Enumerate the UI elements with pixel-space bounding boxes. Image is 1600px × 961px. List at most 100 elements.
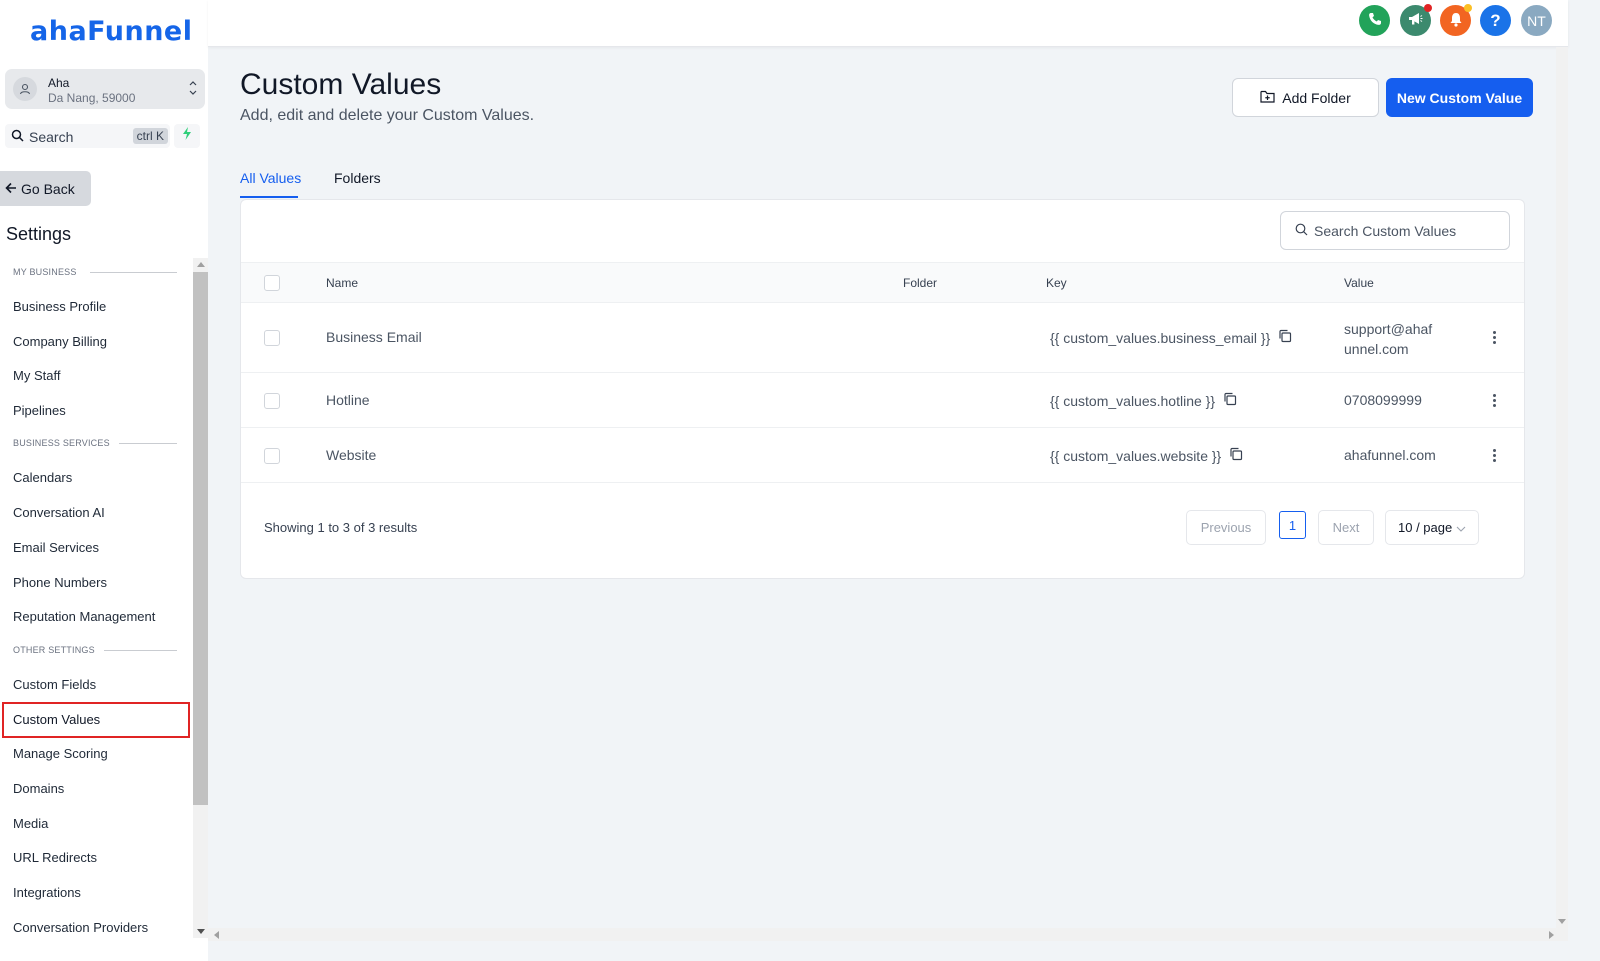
top-header: ? NT [208,0,1568,47]
lightning-icon [182,127,192,145]
search-placeholder: Search Custom Values [1314,222,1457,239]
scroll-left-icon[interactable] [214,931,219,939]
row-checkbox[interactable] [264,393,280,409]
sidebar-item-my-staff[interactable]: My Staff [13,368,60,383]
sidebar-item-pipelines[interactable]: Pipelines [13,403,66,418]
cell-key: {{ custom_values.website }} [1050,447,1243,464]
column-header-name[interactable]: Name [326,276,358,290]
row-checkbox[interactable] [264,448,280,464]
sidebar-item-business-profile[interactable]: Business Profile [13,299,106,314]
section-label-my-business: MY BUSINESS [13,267,77,277]
scroll-down-icon[interactable] [1558,919,1566,924]
settings-title: Settings [6,224,72,244]
copy-icon[interactable] [1229,447,1243,464]
sidebar-item-custom-values[interactable]: Custom Values [2,702,190,738]
row-actions-icon[interactable] [1493,449,1497,464]
scrollbar-thumb[interactable] [193,272,208,805]
search-label: Search [29,129,74,145]
next-page-button[interactable]: Next [1318,510,1374,545]
sidebar-item-media[interactable]: Media [13,816,48,831]
go-back-button[interactable]: Go Back [0,171,91,206]
page-vertical-scrollbar[interactable] [1556,47,1568,928]
column-header-key[interactable]: Key [1046,276,1067,290]
sidebar-item-url-redirects[interactable]: URL Redirects [13,850,97,865]
sidebar-item-integrations[interactable]: Integrations [13,885,81,900]
sidebar-item-phone-numbers[interactable]: Phone Numbers [13,575,107,590]
cell-value: 0708099999 [1344,392,1422,408]
scroll-up-icon[interactable] [197,262,205,267]
page-horizontal-scrollbar[interactable] [208,928,1568,941]
sidebar-item-reputation-management[interactable]: Reputation Management [13,609,155,624]
row-actions-icon[interactable] [1493,394,1497,409]
folder-plus-icon [1260,90,1275,106]
copy-icon[interactable] [1223,392,1237,409]
announcements-button[interactable] [1400,4,1432,36]
brand-logo[interactable]: ahaFunnel [30,16,193,47]
cell-name: Website [326,447,377,463]
go-back-label: Go Back [21,180,75,197]
table-header: Name Folder Key Value [241,262,1524,303]
previous-page-button[interactable]: Previous [1186,510,1266,545]
sidebar-item-conversation-ai[interactable]: Conversation AI [13,505,105,520]
cell-key: {{ custom_values.hotline }} [1050,392,1237,409]
section-label-other-settings: OTHER SETTINGS [13,645,95,655]
cell-name: Business Email [326,329,422,345]
add-folder-label: Add Folder [1282,89,1351,106]
copy-icon[interactable] [1278,329,1292,346]
select-all-checkbox[interactable] [264,275,280,291]
value-line: unnel.com [1344,341,1409,357]
tab-all-values[interactable]: All Values [240,170,301,186]
sidebar-item-custom-fields[interactable]: Custom Fields [13,677,96,692]
scroll-down-icon[interactable] [197,929,205,934]
search-icon [11,129,24,147]
avatar[interactable]: NT [1521,5,1552,36]
notifications-button[interactable] [1440,4,1472,36]
page-size-select[interactable]: 10 / page [1385,510,1479,545]
column-header-folder[interactable]: Folder [903,276,937,290]
sidebar-item-company-billing[interactable]: Company Billing [13,334,107,349]
key-text: {{ custom_values.hotline }} [1050,392,1216,409]
row-checkbox[interactable] [264,330,280,346]
new-custom-value-button[interactable]: New Custom Value [1386,78,1533,117]
phone-button[interactable] [1359,5,1390,36]
sidebar-item-conversation-providers[interactable]: Conversation Providers [13,920,148,935]
megaphone-icon [1408,12,1423,29]
row-actions-icon[interactable] [1493,331,1497,346]
cell-value: support@ahaf unnel.com [1344,319,1432,359]
sidebar-item-manage-scoring[interactable]: Manage Scoring [13,746,108,761]
key-text: {{ custom_values.website }} [1050,447,1222,464]
sidebar-item-domains[interactable]: Domains [13,781,64,796]
section-divider [90,272,177,273]
quick-action-button[interactable] [174,124,200,148]
sidebar: ahaFunnel Aha Da Nang, 59000 Search ctrl… [0,0,208,961]
scroll-right-icon[interactable] [1549,931,1554,939]
sidebar-item-calendars[interactable]: Calendars [13,470,72,485]
active-tab-indicator [240,196,298,198]
search-custom-values-input[interactable]: Search Custom Values [1280,211,1510,250]
notification-dot [1464,4,1472,12]
sidebar-search[interactable]: Search ctrl K [5,124,170,148]
search-icon [1295,223,1308,239]
account-location: Da Nang, 59000 [48,91,136,105]
section-label-business-services: BUSINESS SERVICES [13,438,110,448]
phone-icon [1368,12,1382,29]
table-row: Website {{ custom_values.website }} ahaf… [241,428,1524,483]
add-folder-button[interactable]: Add Folder [1232,78,1379,117]
bell-icon [1449,12,1463,30]
page-number-button[interactable]: 1 [1279,511,1306,539]
column-header-value[interactable]: Value [1344,276,1374,290]
chevron-up-down-icon [189,79,197,102]
account-switcher[interactable]: Aha Da Nang, 59000 [5,69,205,109]
cell-name: Hotline [326,392,370,408]
shortcut-badge: ctrl K [132,128,168,144]
key-text: {{ custom_values.business_email }} [1050,329,1271,346]
tab-folders[interactable]: Folders [334,170,381,186]
sidebar-item-email-services[interactable]: Email Services [13,540,99,555]
page-subtitle: Add, edit and delete your Custom Values. [240,107,535,124]
help-button[interactable]: ? [1480,5,1511,36]
page-size-value: 10 / page [1398,520,1453,535]
cell-key: {{ custom_values.business_email }} [1050,329,1292,346]
results-summary: Showing 1 to 3 of 3 results [264,520,418,535]
sidebar-scrollbar[interactable] [193,258,208,938]
table-row: Business Email {{ custom_values.business… [241,303,1524,373]
